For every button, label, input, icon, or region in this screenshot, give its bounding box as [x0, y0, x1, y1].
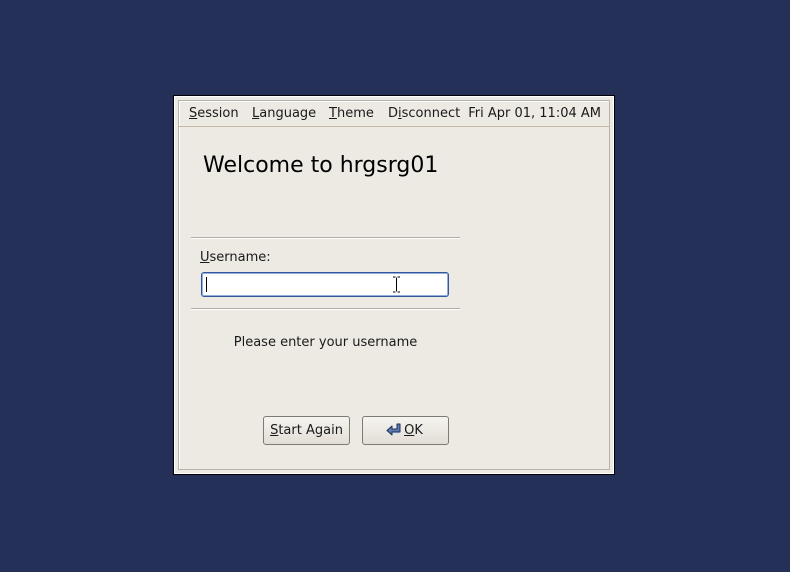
separator-bottom [191, 308, 460, 310]
login-dialog: Session Language Theme Disconnect Fri Ap… [173, 95, 615, 475]
username-label: Username: [200, 250, 271, 265]
username-label-mnemonic: U [200, 250, 210, 265]
clock: Fri Apr 01, 11:04 AM [468, 106, 601, 121]
welcome-title: Welcome to hrgsrg01 [203, 153, 439, 178]
start-again-button[interactable]: Start Again [263, 416, 350, 445]
menu-session[interactable]: Session [189, 105, 239, 122]
username-input[interactable] [201, 272, 449, 297]
menu-theme-mnemonic: T [329, 106, 337, 121]
menu-disconnect-label: sconnect [401, 106, 461, 121]
ok-label: K [414, 423, 423, 438]
text-caret [206, 277, 207, 292]
ibeam-cursor-icon [393, 276, 400, 293]
menu-theme-label: heme [336, 106, 374, 121]
enter-arrow-icon [386, 423, 401, 436]
ok-mnemonic: O [404, 423, 415, 438]
menu-disconnect-label-start: D [388, 106, 399, 121]
menu-language[interactable]: Language [252, 105, 316, 122]
menu-session-label: ession [197, 106, 239, 121]
ok-button[interactable]: OK [362, 416, 449, 445]
username-label-text: sername: [209, 250, 271, 265]
menu-disconnect[interactable]: Disconnect [388, 105, 460, 122]
start-again-label: tart Again [278, 423, 343, 438]
username-prompt: Please enter your username [233, 335, 418, 350]
menu-language-label: anguage [259, 106, 317, 121]
separator-top [191, 237, 460, 239]
menu-theme[interactable]: Theme [329, 105, 374, 122]
menubar: Session Language Theme Disconnect Fri Ap… [179, 101, 609, 127]
login-dialog-frame: Session Language Theme Disconnect Fri Ap… [178, 100, 610, 470]
